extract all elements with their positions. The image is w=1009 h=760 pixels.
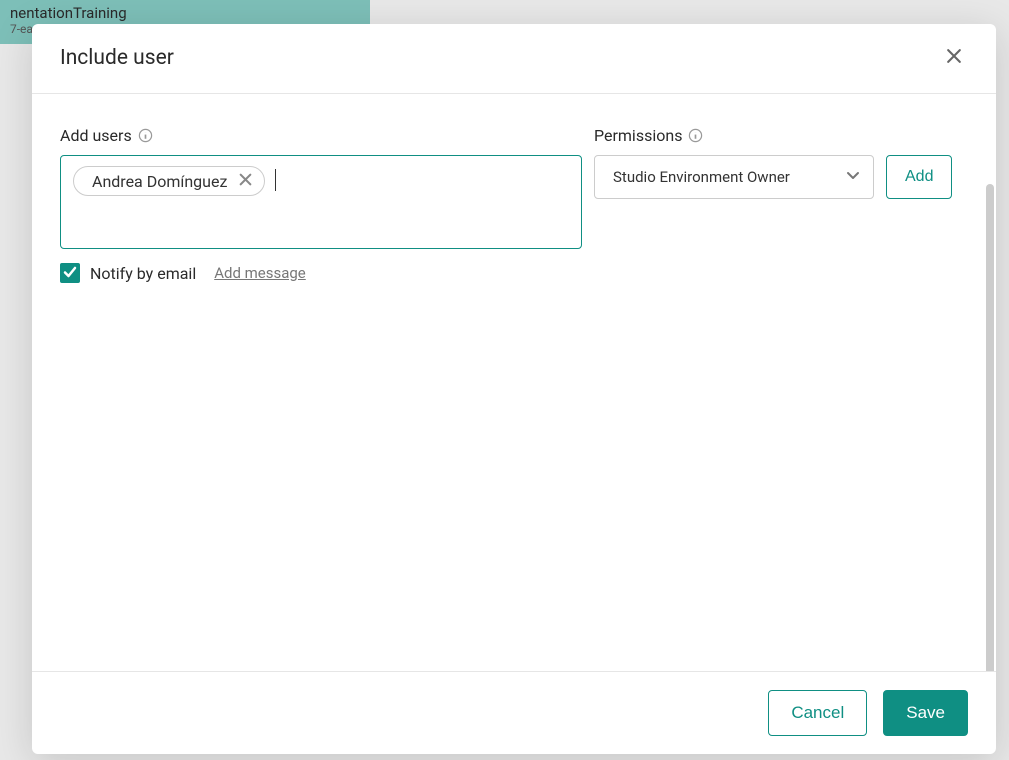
info-icon[interactable] [138, 128, 153, 143]
permissions-selected-value: Studio Environment Owner [613, 168, 790, 186]
form-row: Add users Andrea Domínguez [60, 126, 968, 249]
permissions-label: Permissions [594, 126, 874, 145]
permissions-field: Permissions Studio Environment Owner [594, 126, 874, 199]
notify-row: Notify by email Add message [60, 263, 968, 283]
add-users-input[interactable]: Andrea Domínguez [60, 155, 582, 249]
chevron-down-icon [845, 167, 861, 187]
check-icon [63, 264, 77, 283]
add-button[interactable]: Add [886, 155, 952, 199]
modal-footer: Cancel Save [32, 671, 996, 754]
include-user-modal: Include user Add users [32, 24, 996, 754]
modal-body: Add users Andrea Domínguez [32, 94, 996, 671]
cancel-button[interactable]: Cancel [768, 690, 867, 736]
add-users-field: Add users Andrea Domínguez [60, 126, 582, 249]
permissions-label-text: Permissions [594, 126, 682, 145]
modal-overlay: Include user Add users [0, 0, 1009, 760]
close-icon [239, 173, 252, 189]
user-chip: Andrea Domínguez [73, 166, 265, 196]
notify-label: Notify by email [90, 264, 196, 283]
scrollbar[interactable] [986, 184, 994, 671]
text-cursor [275, 169, 276, 191]
modal-header: Include user [32, 24, 996, 94]
add-message-link[interactable]: Add message [214, 264, 306, 282]
notify-checkbox[interactable] [60, 263, 80, 283]
info-icon[interactable] [688, 128, 703, 143]
save-button[interactable]: Save [883, 690, 968, 736]
add-users-label: Add users [60, 126, 582, 145]
add-users-label-text: Add users [60, 126, 132, 145]
user-chip-name: Andrea Domínguez [92, 172, 227, 191]
close-button[interactable] [940, 42, 968, 73]
modal-title: Include user [60, 46, 174, 70]
close-icon [944, 46, 964, 69]
remove-chip-button[interactable] [237, 171, 254, 191]
permissions-select[interactable]: Studio Environment Owner [594, 155, 874, 199]
